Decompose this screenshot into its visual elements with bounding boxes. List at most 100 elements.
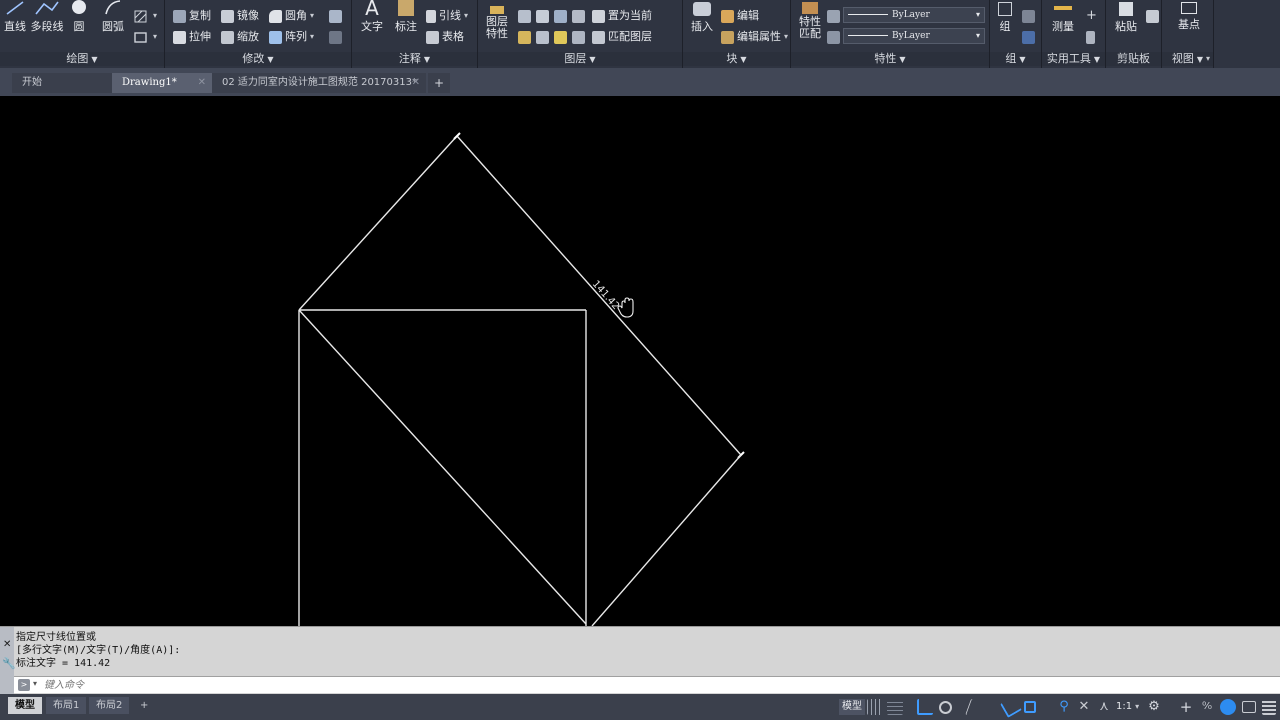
tab-start[interactable]: 开始 — [12, 73, 112, 93]
arc-button[interactable]: 圆弧 — [100, 0, 126, 34]
gear-icon[interactable]: ⚙ — [1146, 699, 1162, 715]
calculator-button[interactable] — [1086, 29, 1098, 45]
group-button[interactable]: 组 — [992, 2, 1018, 34]
explode-button[interactable] — [329, 8, 345, 24]
circle-button[interactable]: 圆 — [66, 0, 92, 34]
diagonal-line[interactable] — [298, 309, 587, 625]
paste-button[interactable]: 粘贴 — [1112, 2, 1140, 34]
layer-tool-3[interactable] — [554, 8, 570, 24]
groups-panel: 组 组 ▼ — [990, 0, 1042, 68]
layout-tab-layout2[interactable]: 布局2 — [89, 697, 130, 714]
properties-panel-title[interactable]: 特性 ▼ — [791, 52, 989, 66]
annotation-scale-dropdown[interactable]: 1:1 ▾ — [1116, 699, 1139, 715]
layer-tool-2[interactable] — [536, 8, 552, 24]
ortho-icon[interactable] — [917, 699, 933, 715]
leader-button[interactable]: 引线 ▾ — [426, 8, 468, 24]
isolate-objects-icon[interactable] — [1220, 699, 1236, 715]
draw-panel-title[interactable]: 绘图 ▼ — [0, 52, 164, 66]
mirror-button[interactable]: 镜像 — [221, 8, 259, 24]
measure-icon — [1054, 6, 1072, 10]
annotation-visibility-icon[interactable]: ⚲ — [1056, 699, 1072, 715]
set-current-button[interactable]: 置为当前 — [592, 8, 652, 24]
lineweight-icon-button[interactable] — [827, 8, 843, 24]
units-icon[interactable]: ⁰⁄₀ — [1199, 699, 1215, 715]
line-button[interactable]: 直线 — [2, 0, 28, 34]
hardware-acceleration-icon[interactable] — [1242, 701, 1256, 713]
wrench-icon[interactable]: 🔧 — [2, 657, 16, 670]
properties-panel-title-text: 特性 — [874, 52, 897, 65]
ribbon-expand-button[interactable]: ▾ — [1206, 54, 1210, 63]
layer-tool-1[interactable] — [518, 8, 534, 24]
linetype-dropdown[interactable]: ByLayer ▾ — [843, 7, 985, 23]
customize-icon[interactable] — [1262, 699, 1276, 715]
osnap-icon[interactable] — [1024, 701, 1036, 713]
polyline-button[interactable]: 多段线 — [30, 0, 64, 34]
snap-icon[interactable] — [887, 699, 903, 715]
match-layer-button[interactable]: 匹配图层 — [592, 29, 652, 45]
modify-panel-title[interactable]: 修改 ▼ — [165, 52, 351, 66]
text-button[interactable]: A 文字 — [358, 0, 386, 34]
chevron-down-icon[interactable]: ▾ — [33, 679, 37, 688]
lineweight-dropdown[interactable]: ByLayer ▾ — [843, 28, 985, 44]
command-prompt-icon[interactable]: > — [18, 679, 30, 691]
tab-spec-drawing[interactable]: 02 适力同室内设计施工图规范 20170313* ✕ — [212, 73, 426, 93]
close-icon[interactable]: ✕ — [198, 73, 206, 93]
drawing-canvas[interactable]: 141.42 — [0, 96, 1280, 626]
utilities-panel-title[interactable]: 实用工具 ▼ — [1042, 52, 1105, 66]
groups-panel-title[interactable]: 组 ▼ — [990, 52, 1041, 66]
table-button[interactable]: 表格 — [426, 29, 464, 45]
match-properties-button[interactable]: 特性 匹配 — [795, 2, 825, 40]
annotation-scale-icon[interactable]: ⋏ — [1096, 699, 1112, 715]
layers-panel-title[interactable]: 图层 ▼ — [478, 52, 682, 66]
clipboard-panel-title[interactable]: 剪贴板 — [1106, 52, 1161, 66]
command-line-handle[interactable]: ✕ 🔧 — [0, 627, 16, 695]
close-icon[interactable]: ✕ — [3, 639, 11, 650]
dimension-button[interactable]: 标注 — [392, 0, 420, 34]
rectangle-button[interactable]: ▾ — [134, 29, 157, 45]
group-select-button[interactable] — [1022, 29, 1038, 45]
block-edit-button[interactable]: 编辑 — [721, 8, 759, 24]
layer-properties-button[interactable]: 图层 特性 — [482, 6, 512, 40]
layer-tool-4[interactable] — [572, 8, 588, 24]
command-input[interactable] — [44, 678, 944, 692]
close-icon[interactable]: ✕ — [412, 73, 420, 93]
locate-point-button[interactable]: + — [1086, 8, 1097, 24]
rotated-upper-left-edge[interactable] — [298, 135, 458, 311]
autoscale-icon[interactable]: ✕ — [1076, 699, 1092, 715]
array-button[interactable]: 阵列 ▾ — [269, 29, 314, 45]
tab-drawing1[interactable]: Drawing1* ✕ — [112, 73, 212, 93]
linetype-icon-button[interactable] — [827, 29, 843, 45]
add-tab-button[interactable]: + — [428, 73, 450, 93]
layer-tool-8[interactable] — [572, 29, 588, 45]
dimension-text[interactable]: 141.42 — [590, 279, 621, 312]
add-layout-button[interactable]: + — [133, 697, 156, 714]
layer-tool-5[interactable] — [518, 29, 534, 45]
stretch-button[interactable]: 拉伸 — [173, 29, 211, 45]
insert-button[interactable]: 插入 — [687, 2, 717, 34]
layer-tool-6[interactable] — [536, 29, 552, 45]
edit-attributes-button[interactable]: 编辑属性 ▾ — [721, 29, 788, 45]
model-space-button[interactable]: 模型 — [839, 699, 865, 715]
layout-tab-layout1[interactable]: 布局1 — [46, 697, 87, 714]
layout-tab-model[interactable]: 模型 — [8, 697, 42, 714]
fillet-button[interactable]: 圆角 ▾ — [269, 8, 314, 24]
layer-tool-7[interactable] — [554, 29, 570, 45]
base-point-button[interactable]: 基点 — [1174, 2, 1204, 32]
measure-button[interactable]: 测量 — [1048, 2, 1078, 34]
copy-button[interactable]: 复制 — [173, 8, 211, 24]
rotated-lower-right-edge[interactable] — [591, 454, 742, 626]
plus-icon[interactable]: + — [1178, 699, 1194, 715]
scale-button[interactable]: 缩放 — [221, 29, 259, 45]
annotation-panel-title[interactable]: 注释 ▼ — [352, 52, 477, 66]
insert-icon — [693, 2, 711, 16]
isodraft-icon[interactable] — [965, 699, 987, 715]
block-panel-title[interactable]: 块 ▼ — [683, 52, 790, 66]
ungroup-button[interactable] — [1022, 8, 1038, 24]
grid-icon[interactable] — [867, 699, 883, 715]
erase-button[interactable] — [329, 29, 345, 45]
set-current-icon — [592, 9, 605, 23]
polar-icon[interactable] — [939, 701, 952, 714]
draw-extra-button[interactable]: ▾ — [134, 8, 157, 24]
copy-clip-button[interactable] — [1146, 8, 1162, 24]
otrack-icon[interactable] — [1000, 696, 1022, 718]
